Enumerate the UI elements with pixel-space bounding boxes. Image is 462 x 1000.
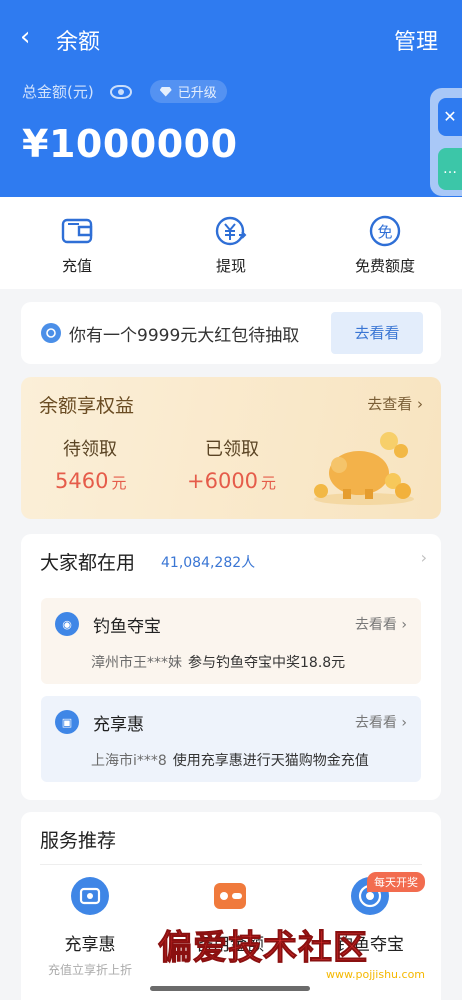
total-amount-row: 总金额(元) 已升级 <box>22 80 227 103</box>
rights-title: 余额享权益 <box>39 395 135 417</box>
recharge-benefit-icon: ▣ <box>55 710 79 734</box>
item-desc: 上海市i***8 使用充享惠进行天猫购物金充值 <box>91 750 369 770</box>
daily-lottery-badge: 每天开奖 <box>367 872 425 892</box>
watermark-url: www.pojjishu.com <box>326 968 426 981</box>
services-title: 服务推荐 <box>40 830 117 852</box>
promo-go-button[interactable]: 去看看 <box>331 312 423 354</box>
upgraded-label: 已升级 <box>177 86 217 101</box>
chevron-right-icon[interactable]: › <box>421 548 427 567</box>
page-title: 余额 <box>56 30 101 55</box>
list-item[interactable]: ▣ 充享惠 去看看 › 上海市i***8 使用充享惠进行天猫购物金充值 <box>41 696 421 782</box>
service-label: 充享惠 <box>64 935 116 955</box>
yuan-withdraw-icon <box>215 215 247 247</box>
popular-title: 大家都在用 <box>40 552 136 574</box>
watermark: 偏爱技术社区 www.pojjishu.com <box>158 920 426 982</box>
red-packet-promo: 你有一个9999元大红包待抽取 去看看 <box>21 302 441 364</box>
pending-label: 待领取 <box>63 439 117 460</box>
more-dots-icon[interactable]: … <box>438 148 462 190</box>
received-label: 已领取 <box>205 439 259 460</box>
balance-amount: ¥1000000 <box>22 122 238 166</box>
withdraw-label: 提现 <box>215 257 246 275</box>
popular-user-count: 41,084,282人 <box>161 555 256 571</box>
service-sub: 充值立享折上折 <box>47 963 132 977</box>
home-indicator[interactable] <box>150 986 310 991</box>
pending-value-group: 5460 元 <box>55 469 126 493</box>
balance-rights-card[interactable]: 余额享权益 去查看 › 待领取 5460 元 已领取 +6000 元 <box>21 377 441 519</box>
rights-link-label: 去查看 <box>367 395 413 413</box>
pending-unit: 元 <box>111 474 127 492</box>
list-item[interactable]: ◉ 钓鱼夺宝 去看看 › 漳州市王***妹 参与钓鱼夺宝中奖18.8元 <box>41 598 421 684</box>
popular-section: 大家都在用 41,084,282人 › ◉ 钓鱼夺宝 去看看 › 漳州市王***… <box>21 534 441 800</box>
rights-view-link[interactable]: 去查看 › <box>367 393 423 414</box>
service-recharge-benefit[interactable]: 充享惠 充值立享折上折 <box>25 876 155 978</box>
quick-actions: 充值 提现 免 免费额度 <box>0 197 462 289</box>
pending-value: 5460 <box>55 469 109 493</box>
withdraw-button[interactable]: 提现 <box>154 197 308 289</box>
diamond-icon <box>159 86 172 97</box>
item-link-label: 去看看 <box>354 715 397 731</box>
back-arrow-icon[interactable]: ‹ <box>20 22 30 52</box>
item-link-label: 去看看 <box>354 617 397 633</box>
tv-gift-icon <box>70 876 110 916</box>
nav-bar: ‹ 余额 管理 <box>0 18 462 58</box>
free-quota-label: 免费额度 <box>354 257 415 275</box>
close-x-icon[interactable]: ✕ <box>438 98 462 136</box>
piggy-bank-icon <box>309 425 419 507</box>
recharge-label: 充值 <box>61 257 92 275</box>
svg-text:免: 免 <box>377 223 392 241</box>
manage-button[interactable]: 管理 <box>394 24 438 56</box>
divider <box>40 864 422 865</box>
wallet-orange-icon <box>210 876 250 916</box>
red-packet-icon <box>41 323 61 343</box>
item-city: 上海市i***8 <box>91 753 167 769</box>
item-go-link[interactable]: 去看看 › <box>355 614 407 634</box>
received-value: +6000 <box>187 469 259 493</box>
item-desc-text: 参与钓鱼夺宝中奖18.8元 <box>188 655 346 671</box>
received-value-group: +6000 元 <box>187 469 276 493</box>
item-name: 充享惠 <box>93 715 144 735</box>
balance-header: ‹ 余额 管理 总金额(元) 已升级 ¥1000000 <box>0 0 462 197</box>
item-city: 漳州市王***妹 <box>91 655 182 671</box>
wallet-icon <box>61 215 93 247</box>
watermark-text: 偏爱技术社区 <box>158 928 368 969</box>
free-quota-icon: 免 <box>369 215 401 247</box>
promo-text: 你有一个9999元大红包待抽取 <box>69 325 300 346</box>
received-unit: 元 <box>261 474 277 492</box>
eye-icon[interactable] <box>109 84 132 99</box>
recharge-button[interactable]: 充值 <box>0 197 154 289</box>
item-desc: 漳州市王***妹 参与钓鱼夺宝中奖18.8元 <box>91 652 345 672</box>
item-go-link[interactable]: 去看看 › <box>355 712 407 732</box>
upgraded-badge[interactable]: 已升级 <box>149 80 227 103</box>
item-desc-text: 使用充享惠进行天猫购物金充值 <box>172 753 369 769</box>
total-amount-label: 总金额(元) <box>22 83 94 101</box>
fishing-icon: ◉ <box>55 612 79 636</box>
free-quota-button[interactable]: 免 免费额度 <box>308 197 462 289</box>
item-name: 钓鱼夺宝 <box>93 617 161 637</box>
